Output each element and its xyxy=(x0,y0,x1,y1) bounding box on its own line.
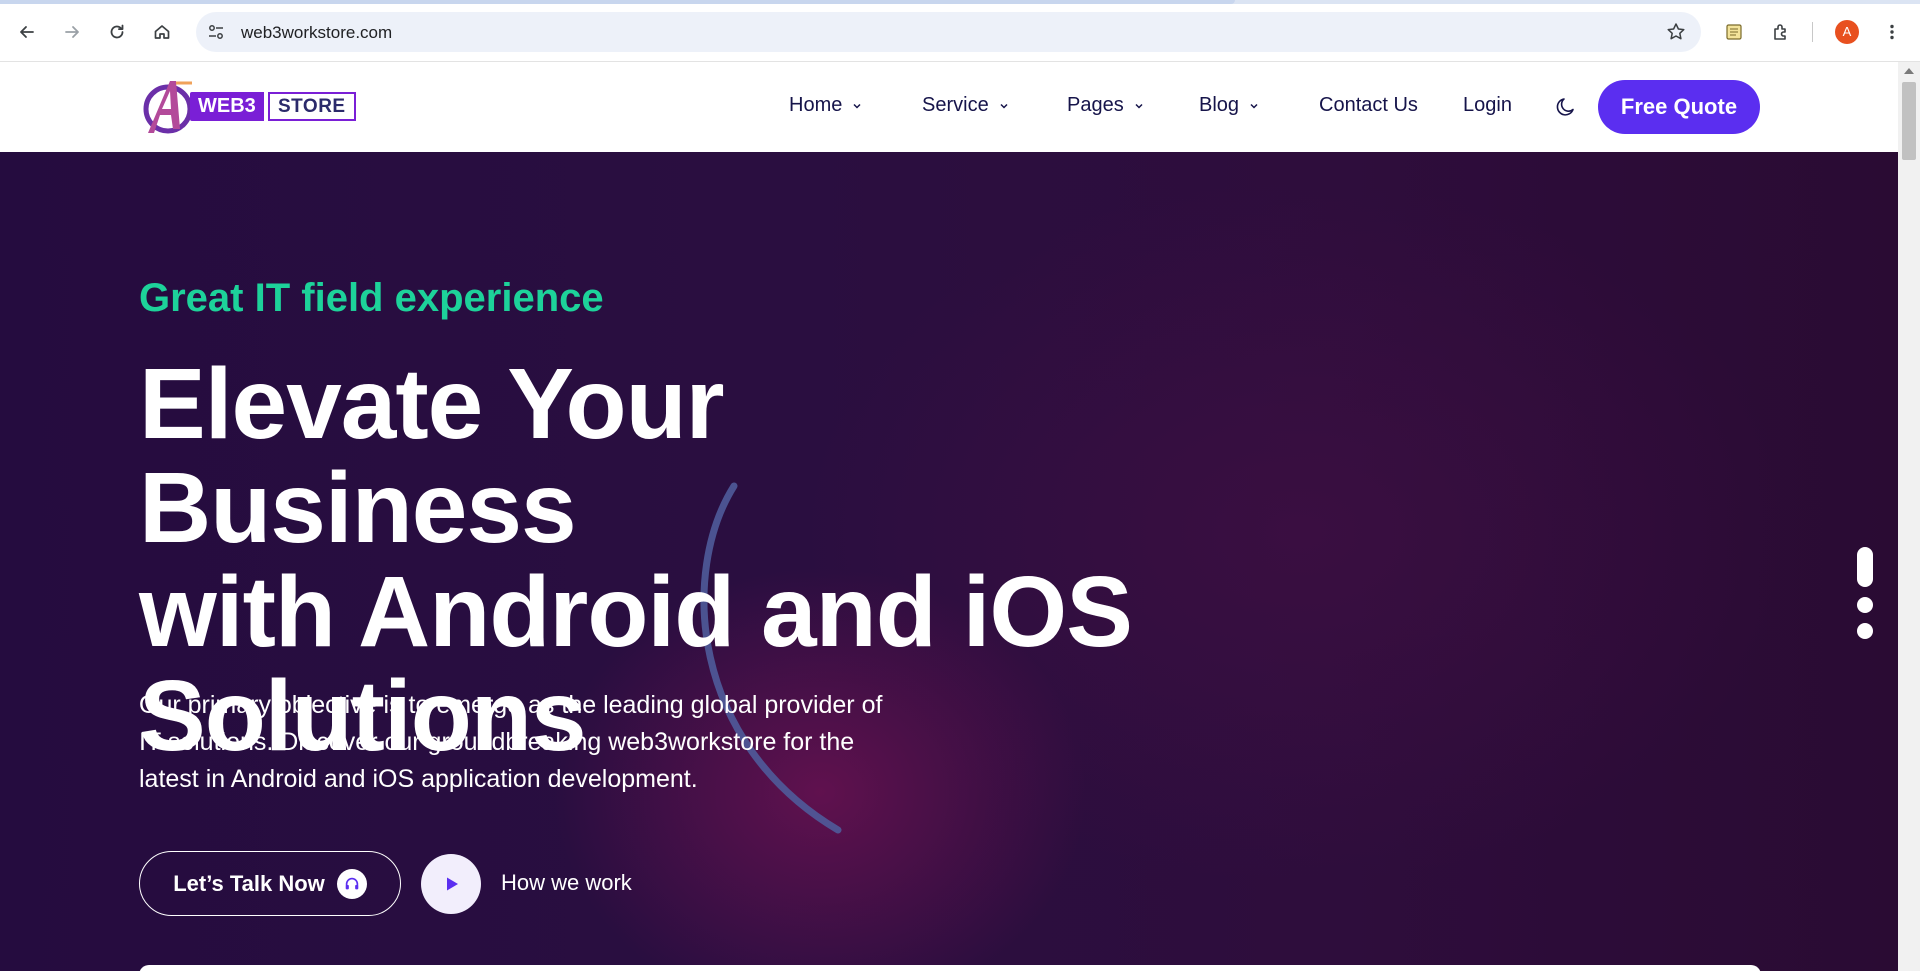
tab-strip-edge xyxy=(0,0,1920,4)
nav-label: Pages xyxy=(1067,94,1124,116)
active-tab-edge xyxy=(0,0,1235,4)
lets-talk-label: Let’s Talk Now xyxy=(173,870,325,896)
chevron-down-icon xyxy=(853,103,861,109)
slider-pagination[interactable] xyxy=(1855,547,1875,647)
headphones-icon xyxy=(336,868,367,899)
chevron-down-icon xyxy=(1250,103,1258,109)
chevron-down-icon xyxy=(1000,103,1008,109)
chevron-down-icon xyxy=(1135,103,1143,109)
extensions-icon[interactable] xyxy=(1763,14,1799,50)
page-scrollbar[interactable] xyxy=(1898,62,1920,971)
nav-item-pages[interactable]: Pages xyxy=(1067,94,1144,117)
address-bar[interactable]: web3workstore.com xyxy=(196,12,1701,52)
back-icon[interactable] xyxy=(9,14,45,50)
hero-description: Our primary objective is to emerge as th… xyxy=(139,691,883,793)
reload-icon[interactable] xyxy=(99,14,135,50)
site-header: WEB3 STORE Home Service Pages Blog Conta… xyxy=(0,62,1898,152)
scroll-up-arrow-icon[interactable] xyxy=(1904,68,1914,74)
play-video-button[interactable] xyxy=(421,854,481,914)
nav-label: Service xyxy=(922,94,989,116)
pagination-dot[interactable] xyxy=(1857,597,1873,613)
nav-label: Contact Us xyxy=(1319,94,1418,116)
nav-item-home[interactable]: Home xyxy=(789,94,862,117)
free-quote-button[interactable]: Free Quote xyxy=(1598,80,1760,134)
forward-icon[interactable] xyxy=(54,14,90,50)
hero-section: Great IT field experience Elevate Your B… xyxy=(0,152,1898,971)
nav-item-contact-us[interactable]: Contact Us xyxy=(1319,94,1418,117)
logo-word-web3: WEB3 xyxy=(190,92,264,121)
play-icon xyxy=(447,877,458,891)
home-icon[interactable] xyxy=(144,14,180,50)
site-settings-icon[interactable] xyxy=(206,22,226,42)
scrollbar-thumb[interactable] xyxy=(1902,82,1916,160)
nav-label: Blog xyxy=(1199,94,1240,116)
hero-headline-line: with Android and iOS xyxy=(139,556,1133,668)
hero-eyebrow: Great IT field experience xyxy=(139,276,604,320)
url-text[interactable]: web3workstore.com xyxy=(241,23,392,43)
site-logo[interactable]: WEB3 STORE xyxy=(140,77,358,137)
nav-item-blog[interactable]: Blog xyxy=(1199,94,1259,117)
nav-item-service[interactable]: Service xyxy=(922,94,1009,117)
how-we-work-link[interactable]: How we work xyxy=(501,870,632,896)
nav-label: Login xyxy=(1463,94,1512,116)
logo-word-store: STORE xyxy=(268,92,356,121)
browser-toolbar: web3workstore.com A xyxy=(0,0,1920,62)
nav-label: Home xyxy=(789,94,843,116)
next-section-card-edge xyxy=(139,965,1761,971)
hero-headline-line: Elevate Your Business xyxy=(139,348,725,564)
menu-kebab-icon[interactable] xyxy=(1874,14,1910,50)
pagination-active-bar[interactable] xyxy=(1857,547,1873,587)
toolbar-separator xyxy=(1812,22,1813,42)
bookmark-star-icon[interactable] xyxy=(1665,21,1687,43)
pagination-dot[interactable] xyxy=(1857,623,1873,639)
lets-talk-now-button[interactable]: Let’s Talk Now xyxy=(139,851,401,916)
nav-item-login[interactable]: Login xyxy=(1463,94,1512,117)
notes-icon[interactable] xyxy=(1716,14,1752,50)
moon-icon[interactable] xyxy=(1554,95,1578,119)
profile-avatar[interactable]: A xyxy=(1835,20,1859,44)
